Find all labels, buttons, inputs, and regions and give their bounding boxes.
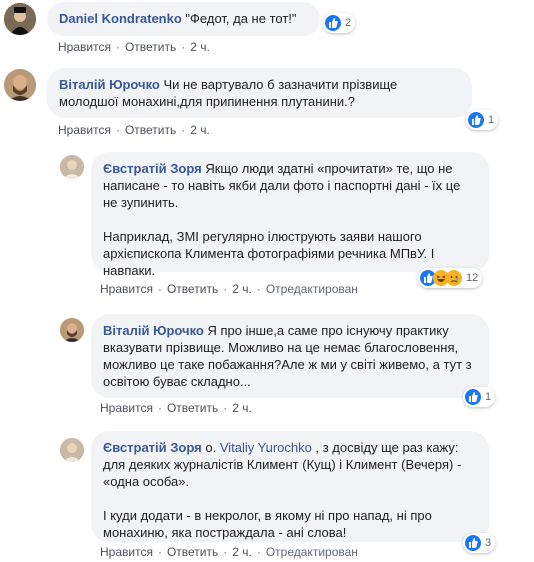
timestamp[interactable]: 2 ч. (232, 401, 252, 415)
reaction-count: 2 (345, 17, 352, 29)
reaction-summary[interactable]: 3 (463, 533, 496, 553)
avatar[interactable] (4, 3, 36, 35)
comment-author[interactable]: Віталій Юрочко (59, 77, 160, 92)
timestamp[interactable]: 2 ч. (190, 40, 210, 54)
avatar[interactable] (4, 69, 36, 101)
comment-text: о. (205, 440, 217, 455)
reply-button[interactable]: Ответить (167, 545, 218, 559)
comment-text: І куди додати - в некролог, в якому ні п… (103, 508, 432, 540)
reply-button[interactable]: Ответить (125, 40, 176, 54)
reaction-count: 1 (485, 391, 492, 403)
comment-author[interactable]: Daniel Kondratenko (59, 11, 182, 26)
comment-bubble: Віталій Юрочко Чи не вартувало б зазначи… (47, 68, 472, 118)
like-button[interactable]: Нравится (100, 401, 153, 415)
edited-label[interactable]: Отредактирован (266, 282, 358, 296)
reaction-count: 12 (466, 272, 479, 284)
comment-bubble: Віталій Юрочко Я про інше,а саме про існ… (91, 314, 489, 398)
reply-button[interactable]: Ответить (125, 123, 176, 137)
comment-text: "Федот, да не тот!" (185, 11, 297, 26)
reaction-summary[interactable]: 1 (463, 387, 496, 407)
comment-actions: Нравится · Ответить · 2 ч. (58, 123, 210, 137)
like-button[interactable]: Нравится (100, 282, 153, 296)
reply-button[interactable]: Ответить (167, 282, 218, 296)
reply-button[interactable]: Ответить (167, 401, 218, 415)
reaction-summary[interactable]: 12 (418, 268, 483, 288)
avatar[interactable] (60, 438, 84, 462)
timestamp[interactable]: 2 ч. (232, 545, 252, 559)
like-icon (465, 535, 481, 551)
reaction-count: 3 (485, 537, 492, 549)
like-button[interactable]: Нравится (100, 545, 153, 559)
reaction-count: 1 (488, 114, 495, 126)
like-icon (325, 15, 341, 31)
comment-actions: Нравится · Ответить · 2 ч. · Отредактирован (100, 282, 358, 296)
like-icon (465, 389, 481, 405)
comment-bubble: Євстратій Зоря Якщо люди здатні «прочита… (91, 152, 489, 278)
like-button[interactable]: Нравится (58, 123, 111, 137)
edited-label[interactable]: Отредактирован (266, 545, 358, 559)
comment-author[interactable]: Євстратій Зоря (103, 161, 202, 176)
user-mention-link[interactable]: Vitaliy Yurochko (220, 440, 312, 455)
comment-actions: Нравится · Ответить · 2 ч. (100, 401, 252, 415)
avatar[interactable] (60, 155, 84, 179)
timestamp[interactable]: 2 ч. (190, 123, 210, 137)
comment-bubble: Євстратій Зоря о. Vitaliy Yurochko , з д… (91, 431, 489, 542)
avatar[interactable] (60, 318, 84, 342)
like-button[interactable]: Нравится (58, 40, 111, 54)
comment-bubble: Daniel Kondratenko "Федот, да не тот!" (47, 2, 320, 36)
comment-actions: Нравится · Ответить · 2 ч. (58, 40, 210, 54)
reaction-summary[interactable]: 1 (466, 110, 499, 130)
comment-author[interactable]: Віталій Юрочко (103, 323, 204, 338)
comment-author[interactable]: Євстратій Зоря (103, 440, 202, 455)
timestamp[interactable]: 2 ч. (232, 282, 252, 296)
like-icon (468, 112, 484, 128)
sad-icon (446, 270, 462, 286)
reaction-summary[interactable]: 2 (323, 13, 356, 33)
comment-actions: Нравится · Ответить · 2 ч. · Отредактирован (100, 545, 358, 559)
